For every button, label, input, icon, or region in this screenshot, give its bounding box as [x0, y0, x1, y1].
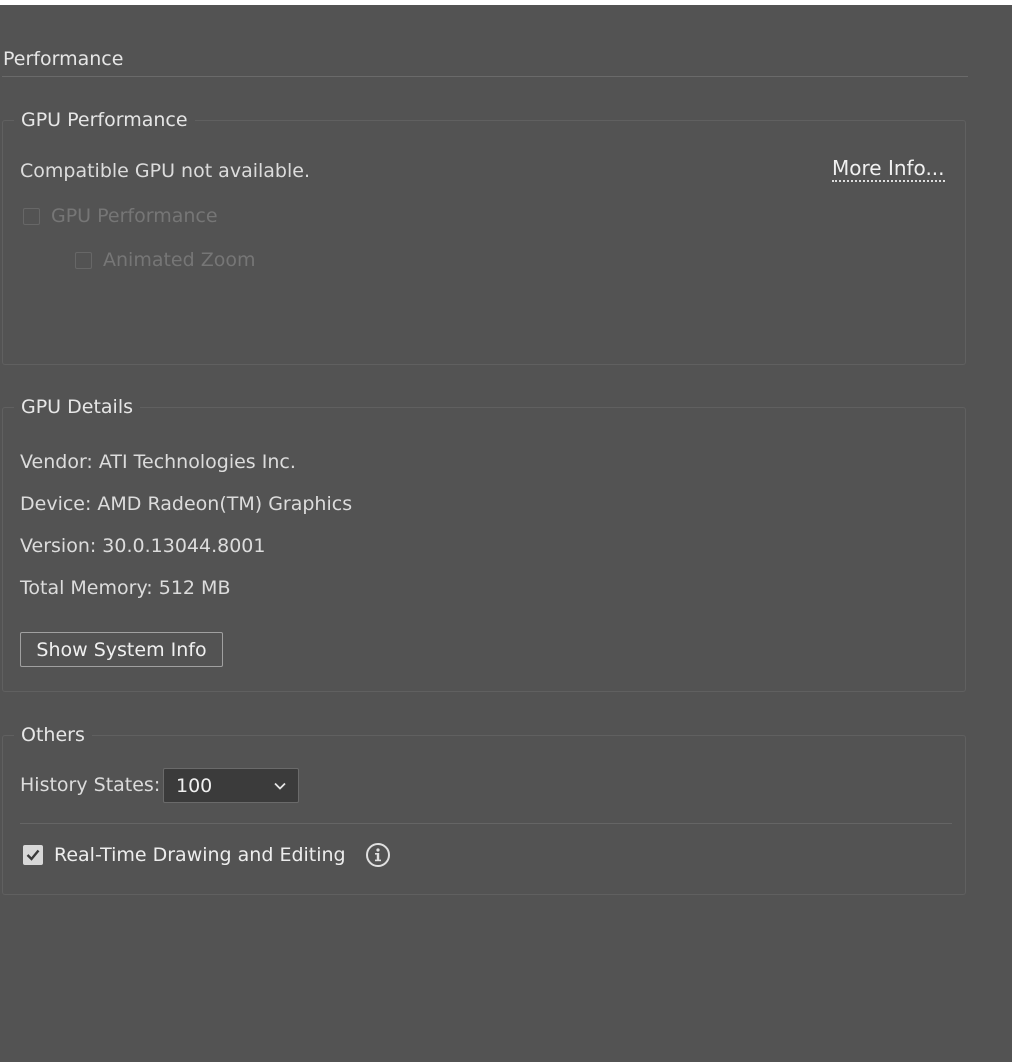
chevron-down-icon [274, 782, 286, 790]
gpu-performance-group-label: GPU Performance [14, 107, 195, 133]
animated-zoom-checkbox-label: Animated Zoom [103, 249, 256, 271]
gpu-version-text: Version: 30.0.13044.8001 [20, 535, 266, 557]
more-info-link[interactable]: More Info... [832, 157, 945, 182]
gpu-vendor-text: Vendor: ATI Technologies Inc. [20, 451, 296, 473]
history-states-label: History States: [20, 774, 161, 796]
realtime-drawing-checkbox-label: Real-Time Drawing and Editing [54, 844, 346, 866]
info-icon[interactable] [365, 842, 391, 868]
history-states-dropdown[interactable]: 100 [163, 768, 299, 803]
gpu-memory-text: Total Memory: 512 MB [20, 577, 231, 599]
realtime-drawing-checkbox[interactable] [23, 845, 43, 865]
others-group: Others History States: 100 Real-Time Dra… [2, 722, 966, 895]
gpu-status-text: Compatible GPU not available. [20, 160, 310, 182]
animated-zoom-checkbox[interactable] [75, 251, 92, 269]
gpu-details-group-label: GPU Details [14, 394, 140, 420]
check-icon [26, 849, 40, 861]
others-group-label: Others [14, 722, 92, 748]
history-states-value: 100 [176, 774, 213, 797]
gpu-performance-checkbox-row[interactable]: GPU Performance [23, 205, 218, 227]
realtime-drawing-checkbox-row[interactable]: Real-Time Drawing and Editing [23, 842, 391, 868]
animated-zoom-checkbox-row[interactable]: Animated Zoom [75, 249, 255, 271]
gpu-performance-checkbox[interactable] [23, 207, 40, 225]
page-title: Performance [3, 48, 124, 70]
show-system-info-button[interactable]: Show System Info [20, 632, 223, 667]
gpu-device-text: Device: AMD Radeon(TM) Graphics [20, 493, 353, 515]
gpu-performance-checkbox-label: GPU Performance [51, 205, 218, 227]
gpu-details-group: GPU Details Vendor: ATI Technologies Inc… [2, 394, 966, 692]
window-top-edge [0, 0, 1012, 5]
title-divider [2, 76, 968, 77]
others-divider [20, 823, 952, 824]
gpu-performance-group: GPU Performance Compatible GPU not avail… [2, 107, 966, 365]
